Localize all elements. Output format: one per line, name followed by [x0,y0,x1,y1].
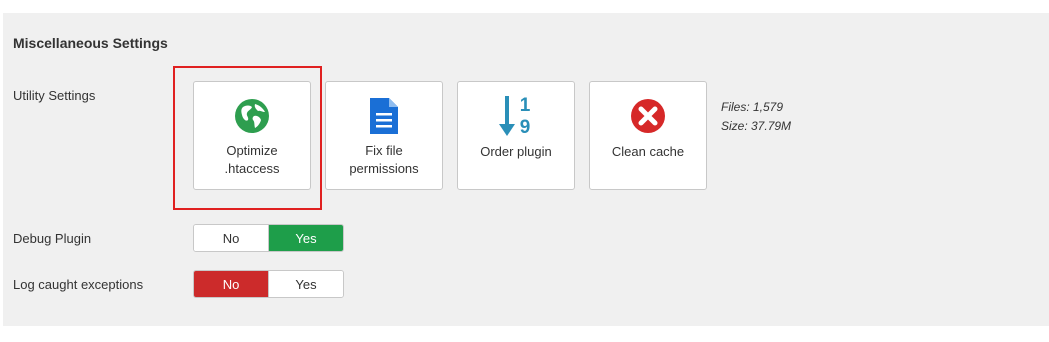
utility-settings-label: Utility Settings [13,88,96,103]
optimize-label-line2: .htaccess [224,161,280,176]
clean-cache-button[interactable]: Clean cache [589,81,707,190]
optimize-label-line1: Optimize [226,143,278,158]
log-exceptions-label: Log caught exceptions [13,277,144,292]
debug-plugin-no-option[interactable]: No [194,225,268,251]
fix-file-label-line1: Fix file [365,143,403,158]
file-icon [326,96,442,136]
debug-plugin-toggle: No Yes [193,224,344,252]
order-plugin-button[interactable]: 1 9 Order plugin [457,81,575,190]
fix-file-permissions-button[interactable]: Fix file permissions [325,81,443,190]
cache-size: Size: 37.79M [721,119,792,133]
optimize-htaccess-button[interactable]: Optimize .htaccess [193,81,311,190]
svg-text:9: 9 [520,117,531,138]
log-exceptions-yes-option[interactable]: Yes [268,271,343,297]
svg-text:1: 1 [520,95,531,116]
clean-cache-label: Clean cache [611,144,685,159]
debug-plugin-label: Debug Plugin [13,231,92,246]
sort-numeric-icon: 1 9 [458,94,574,138]
globe-icon [194,96,310,136]
order-plugin-label: Order plugin [480,144,552,159]
delete-circle-icon [590,96,706,136]
log-exceptions-no-option[interactable]: No [194,271,268,297]
section-title: Miscellaneous Settings [13,35,168,51]
log-exceptions-toggle: No Yes [193,270,344,298]
misc-settings-panel: Miscellaneous Settings Utility Settings … [3,13,1049,326]
fix-file-label-line2: permissions [349,161,419,176]
debug-plugin-yes-option[interactable]: Yes [268,225,343,251]
files-count: Files: 1,579 [721,100,784,114]
